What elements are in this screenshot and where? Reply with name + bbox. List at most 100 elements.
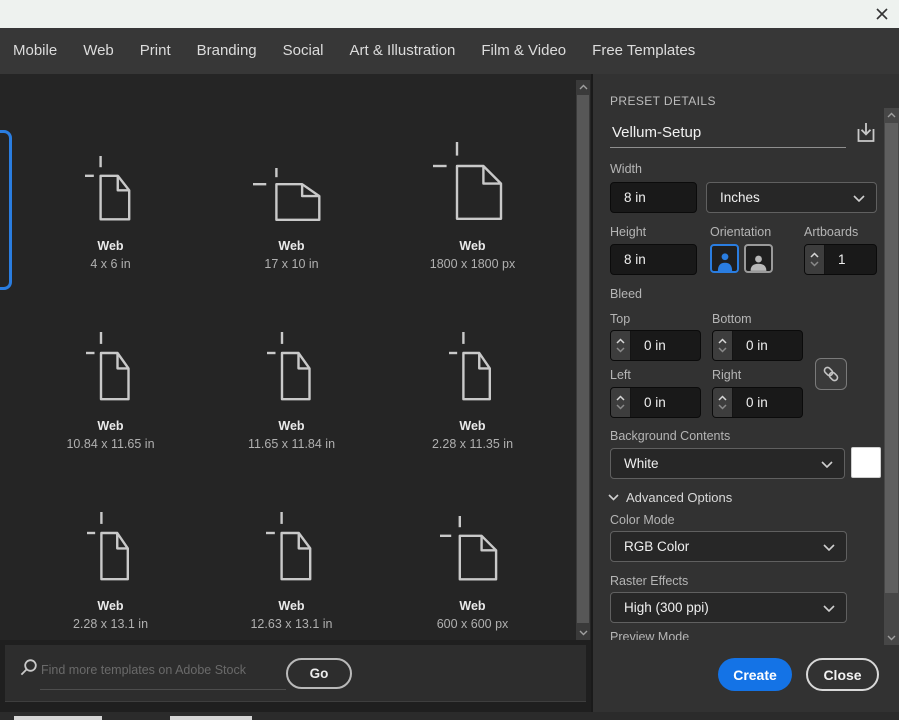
document-name-field[interactable]: Vellum-Setup <box>612 124 701 141</box>
close-icon[interactable] <box>869 2 895 26</box>
bleed-left-arrows[interactable] <box>611 388 631 417</box>
template-size: 17 x 10 in <box>264 256 318 273</box>
bleed-bottom-arrows[interactable] <box>713 331 733 360</box>
raster-effects-value: High (300 ppi) <box>624 600 709 615</box>
go-button[interactable]: Go <box>286 658 352 689</box>
chevron-up-icon <box>718 395 727 401</box>
orientation-portrait-button[interactable] <box>710 244 739 273</box>
preset-panel-scrollbar[interactable] <box>884 108 899 645</box>
tab-film-video[interactable]: Film & Video <box>468 28 579 74</box>
template-name: Web <box>97 238 123 255</box>
template-name: Web <box>459 238 485 255</box>
color-mode-value: RGB Color <box>624 539 689 554</box>
tab-social[interactable]: Social <box>270 28 337 74</box>
chevron-up-icon <box>718 338 727 344</box>
new-document-dialog: Mobile Web Print Branding Social Art & I… <box>0 0 899 720</box>
taskbar-item[interactable] <box>170 716 252 720</box>
orientation-landscape-button[interactable] <box>744 244 773 273</box>
template-name: Web <box>278 418 304 435</box>
save-preset-icon[interactable] <box>851 118 881 148</box>
stock-search-panel: Go <box>5 645 586 702</box>
template-grid: Web 4 x 6 in Web 17 x 10 in Web 1800 x 1… <box>20 110 564 650</box>
template-size: 4 x 6 in <box>90 256 130 273</box>
bleed-top-stepper: 0 in <box>610 330 701 361</box>
advanced-options-toggle[interactable]: Advanced Options <box>608 490 732 505</box>
bleed-top-label: Top <box>610 312 630 326</box>
chevron-down-icon <box>616 404 625 410</box>
template-tile[interactable]: Web 17 x 10 in <box>201 110 382 290</box>
artboards-label: Artboards <box>804 225 858 239</box>
template-tile[interactable]: Web 4 x 6 in <box>20 110 201 290</box>
stock-search-footer: Go <box>0 640 591 712</box>
tab-free-templates[interactable]: Free Templates <box>579 28 708 74</box>
tab-art-illustration[interactable]: Art & Illustration <box>337 28 469 74</box>
tab-print[interactable]: Print <box>127 28 184 74</box>
template-name: Web <box>278 238 304 255</box>
artboards-input[interactable]: 1 <box>825 245 876 274</box>
template-name: Web <box>459 418 485 435</box>
preset-details-panel: PRESET DETAILS Vellum-Setup Width 8 in I… <box>593 74 899 712</box>
chevron-down-icon <box>616 347 625 353</box>
bleed-right-input[interactable]: 0 in <box>733 388 802 417</box>
artboards-stepper-arrows[interactable] <box>805 245 825 274</box>
selected-template-highlight <box>0 130 12 290</box>
template-size: 600 x 600 px <box>437 616 509 633</box>
template-tile[interactable]: Web 600 x 600 px <box>382 470 563 650</box>
chevron-up-icon <box>616 395 625 401</box>
bleed-top-arrows[interactable] <box>611 331 631 360</box>
tab-mobile[interactable]: Mobile <box>0 28 70 74</box>
template-tile[interactable]: Web 1800 x 1800 px <box>382 110 563 290</box>
orientation-label: Orientation <box>710 225 771 239</box>
template-name: Web <box>97 418 123 435</box>
name-underline <box>610 147 846 148</box>
background-contents-label: Background Contents <box>610 429 730 443</box>
template-name: Web <box>97 598 123 615</box>
stock-search-input[interactable] <box>41 654 289 685</box>
scroll-up-icon[interactable] <box>576 80 590 94</box>
chevron-down-icon <box>823 600 835 615</box>
template-size: 10.84 x 11.65 in <box>66 436 154 453</box>
units-dropdown[interactable]: Inches <box>706 182 877 213</box>
template-size: 11.65 x 11.84 in <box>248 436 335 453</box>
category-tabbar: Mobile Web Print Branding Social Art & I… <box>0 28 899 74</box>
template-scrollbar[interactable] <box>576 80 590 640</box>
height-label: Height <box>610 225 646 239</box>
bleed-left-stepper: 0 in <box>610 387 701 418</box>
template-tile[interactable]: Web 2.28 x 13.1 in <box>20 470 201 650</box>
template-size: 2.28 x 11.35 in <box>432 436 513 453</box>
template-tile[interactable]: Web 2.28 x 11.35 in <box>382 290 563 470</box>
bleed-bottom-input[interactable]: 0 in <box>733 331 802 360</box>
bleed-right-arrows[interactable] <box>713 388 733 417</box>
background-contents-value: White <box>624 456 659 471</box>
tab-web[interactable]: Web <box>70 28 127 74</box>
tab-branding[interactable]: Branding <box>184 28 270 74</box>
taskbar-sliver <box>0 712 899 720</box>
bleed-left-input[interactable]: 0 in <box>631 388 700 417</box>
create-button[interactable]: Create <box>718 658 792 691</box>
scroll-down-icon[interactable] <box>576 626 590 640</box>
document-icon <box>449 290 497 402</box>
scroll-down-icon[interactable] <box>884 631 899 645</box>
scroll-up-icon[interactable] <box>884 108 899 122</box>
width-input[interactable]: 8 in <box>610 182 697 213</box>
close-button[interactable]: Close <box>806 658 879 691</box>
search-underline <box>40 689 286 690</box>
template-tile[interactable]: Web 11.65 x 11.84 in <box>201 290 382 470</box>
template-tile[interactable]: Web 10.84 x 11.65 in <box>20 290 201 470</box>
artboards-stepper: 1 <box>804 244 877 275</box>
link-bleed-values-button[interactable] <box>815 358 847 390</box>
document-icon <box>440 470 506 582</box>
document-icon <box>433 110 513 222</box>
scrollbar-thumb[interactable] <box>577 95 589 623</box>
raster-effects-dropdown[interactable]: High (300 ppi) <box>610 592 847 623</box>
color-mode-dropdown[interactable]: RGB Color <box>610 531 847 562</box>
taskbar-item[interactable] <box>14 716 102 720</box>
chevron-down-icon <box>718 404 727 410</box>
template-tile[interactable]: Web 12.63 x 13.1 in <box>201 470 382 650</box>
scrollbar-thumb[interactable] <box>885 123 898 593</box>
bleed-label: Bleed <box>610 287 642 301</box>
background-contents-dropdown[interactable]: White <box>610 448 845 479</box>
bleed-top-input[interactable]: 0 in <box>631 331 700 360</box>
background-color-swatch[interactable] <box>851 447 881 478</box>
height-input[interactable]: 8 in <box>610 244 697 275</box>
